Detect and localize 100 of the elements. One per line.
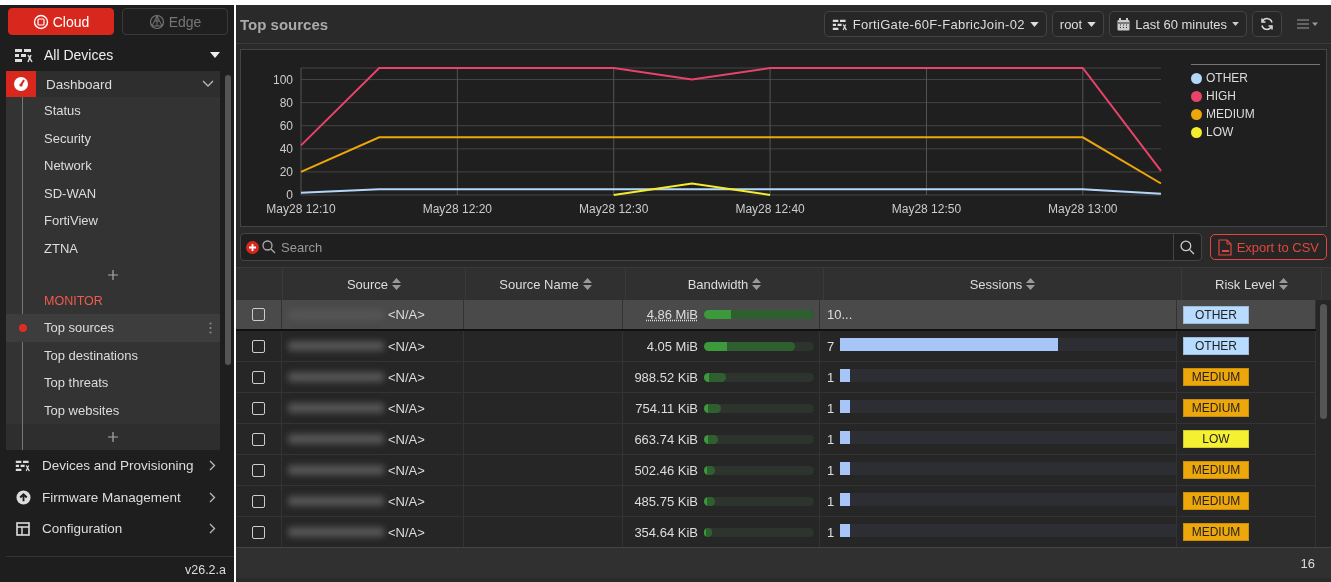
sidebar-item[interactable]: Security xyxy=(6,124,220,152)
firewall-icon xyxy=(14,46,34,63)
risk-tag: MEDIUM xyxy=(1183,368,1249,386)
axis-label: 20 xyxy=(279,164,293,179)
axis-label: May28 12:20 xyxy=(422,202,493,216)
sort-icon xyxy=(752,278,762,290)
sessions-value: 1 xyxy=(827,493,835,509)
item-label: Top websites xyxy=(44,402,121,418)
axis-label: May28 13:00 xyxy=(1048,202,1118,216)
firewall-icon xyxy=(831,17,848,31)
nav-item[interactable]: Devices and Provisioning xyxy=(6,450,234,482)
row-checkbox[interactable] xyxy=(252,370,265,384)
bandwidth-value: 988.52 KiB xyxy=(633,369,698,385)
axis-label: 100 xyxy=(272,72,293,87)
caret-icon xyxy=(210,51,220,58)
dashboard-menu-item[interactable]: Dashboard xyxy=(6,71,220,97)
table-row[interactable]: <N/A> 663.74 KiB 1 LOW xyxy=(236,424,1316,455)
row-checkbox[interactable] xyxy=(252,525,265,539)
row-checkbox[interactable] xyxy=(252,308,265,321)
sessions-value: 1 xyxy=(827,431,835,447)
risk-tag: OTHER xyxy=(1183,337,1249,355)
bandwidth-value: 4.05 MiB xyxy=(645,338,698,354)
layout-icon xyxy=(16,521,30,536)
row-checkbox[interactable] xyxy=(252,339,265,353)
search-icon xyxy=(262,240,276,254)
row-checkbox[interactable] xyxy=(252,432,265,446)
sidebar-item[interactable]: Network xyxy=(6,152,220,180)
mode-tab[interactable]: Edge xyxy=(122,8,228,35)
row-checkbox[interactable] xyxy=(252,494,265,508)
sidebar-item[interactable]: Top websites xyxy=(6,396,220,424)
sort-icon xyxy=(392,278,402,290)
calendar-icon xyxy=(1117,17,1131,31)
section-heading: MONITOR xyxy=(43,293,104,310)
scrollbar[interactable] xyxy=(225,75,231,365)
menu-icon xyxy=(1297,19,1319,29)
table-row[interactable]: <N/A> 4.05 MiB 7 OTHER xyxy=(236,331,1316,362)
risk-tag: MEDIUM xyxy=(1183,461,1249,479)
device-dropdown[interactable]: FortiGate-60F-FabricJoin-02 xyxy=(823,11,1047,37)
chevron-down-icon xyxy=(202,80,214,88)
table-row[interactable]: <N/A> 4.86 MiB 10... OTHER xyxy=(236,300,1316,331)
firewall-icon xyxy=(15,459,31,473)
sort-icon xyxy=(1026,278,1036,290)
search-input[interactable]: Search xyxy=(279,238,1170,256)
cloud-chip-icon xyxy=(32,13,49,30)
gauge-icon xyxy=(13,76,29,92)
legend-label: LOW xyxy=(1206,125,1234,139)
page-title: Top sources xyxy=(240,15,329,33)
axis-label: 40 xyxy=(279,141,293,156)
sidebar-item[interactable]: Status xyxy=(6,97,220,125)
sidebar-item[interactable]: ZTNA xyxy=(6,234,220,262)
add-button[interactable] xyxy=(106,268,120,282)
vdom-dropdown[interactable]: root xyxy=(1051,11,1105,37)
refresh-button[interactable] xyxy=(1252,11,1282,37)
bandwidth-value: 354.64 KiB xyxy=(633,524,698,540)
time-range-dropdown[interactable]: Last 60 minutes xyxy=(1109,11,1247,37)
add-button[interactable] xyxy=(106,430,120,444)
table-row[interactable]: <N/A> 502.46 KiB 1 MEDIUM xyxy=(236,455,1316,486)
add-filter-icon xyxy=(246,240,259,254)
vdom-label: root xyxy=(1059,16,1083,32)
row-checkbox[interactable] xyxy=(252,463,265,477)
nav-item[interactable]: Firmware Management xyxy=(6,481,234,513)
risk-tag: LOW xyxy=(1183,430,1249,448)
source-text: <N/A> xyxy=(388,400,425,416)
nav-item[interactable]: Configuration xyxy=(6,513,234,545)
source-text: <N/A> xyxy=(388,524,425,540)
bandwidth-value: 4.86 MiB xyxy=(645,307,698,322)
risk-tag: OTHER xyxy=(1183,305,1249,324)
bandwidth-value: 754.11 KiB xyxy=(634,400,698,416)
source-text: <N/A> xyxy=(388,431,425,447)
source-text: <N/A> xyxy=(388,462,425,478)
legend-label: MEDIUM xyxy=(1206,107,1255,121)
item-label: Top sources xyxy=(44,320,116,336)
axis-label: 0 xyxy=(286,188,293,202)
axis-label: 60 xyxy=(279,118,293,133)
refresh-icon xyxy=(1260,17,1274,31)
scrollbar[interactable] xyxy=(1320,304,1327,419)
sort-icon xyxy=(1279,278,1288,290)
table-row[interactable]: <N/A> 988.52 KiB 1 MEDIUM xyxy=(236,362,1316,393)
sidebar-item[interactable]: Top sources xyxy=(6,314,220,342)
table-row[interactable]: <N/A> 485.75 KiB 1 MEDIUM xyxy=(236,486,1316,517)
bandwidth-value: 502.46 KiB xyxy=(633,462,698,478)
sidebar-item[interactable]: Top threats xyxy=(6,369,220,397)
sidebar-item[interactable]: FortiView xyxy=(6,207,220,235)
search-icon xyxy=(1179,239,1195,255)
table-row[interactable]: <N/A> 754.11 KiB 1 MEDIUM xyxy=(236,393,1316,424)
row-checkbox[interactable] xyxy=(252,401,265,415)
active-dot-icon xyxy=(19,323,27,332)
axis-label: May28 12:50 xyxy=(891,202,962,216)
scope-dropdown[interactable]: All Devices xyxy=(6,38,234,71)
axis-label: May28 12:10 xyxy=(266,202,336,216)
upload-circle-icon xyxy=(15,489,31,505)
sidebar-item[interactable]: Top destinations xyxy=(6,341,220,369)
sidebar-item[interactable]: SD-WAN xyxy=(6,179,220,207)
export-button[interactable]: Export to CSV xyxy=(1209,234,1327,260)
risk-tag: MEDIUM xyxy=(1183,492,1249,510)
search-field[interactable]: Search xyxy=(240,233,1202,261)
plus-icon xyxy=(108,270,118,280)
axis-label: 80 xyxy=(279,95,293,110)
mode-tab[interactable]: Cloud xyxy=(8,8,114,35)
source-text: <N/A> xyxy=(388,338,425,354)
